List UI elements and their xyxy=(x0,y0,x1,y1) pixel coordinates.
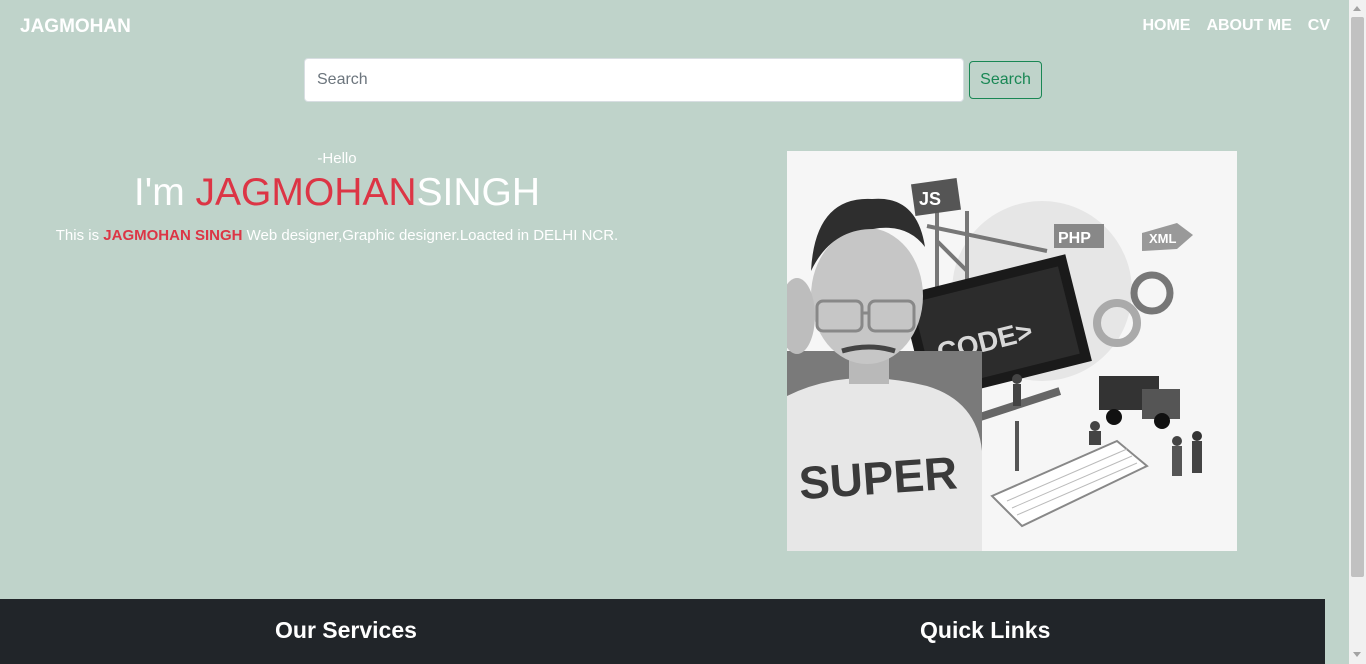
js-badge-text: JS xyxy=(919,189,941,209)
developer-illustration: JS PHP XML CODE> SUPER xyxy=(787,151,1237,551)
scroll-down-icon[interactable] xyxy=(1353,652,1361,657)
xml-badge-text: XML xyxy=(1149,231,1177,246)
site-footer: Our Services Quick Links xyxy=(0,599,1325,664)
hero-section: -Hello I'm JAGMOHANSINGH This is JAGMOHA… xyxy=(0,150,674,244)
intro-suffix: Web designer,Graphic designer.Loacted in… xyxy=(242,226,619,244)
headline-first-name: JAGMOHAN xyxy=(195,171,417,214)
hero-headline: I'm JAGMOHANSINGH xyxy=(0,171,674,215)
intro-prefix: This is xyxy=(55,226,104,244)
nav-about-me[interactable]: ABOUT ME xyxy=(1206,17,1291,35)
services-heading: Our Services xyxy=(275,617,417,643)
php-badge-text: PHP xyxy=(1058,230,1091,247)
quick-links-heading: Quick Links xyxy=(920,617,1051,643)
headline-last-name: SINGH xyxy=(416,171,541,214)
vertical-scrollbar[interactable] xyxy=(1349,0,1366,664)
search-input[interactable] xyxy=(304,58,964,102)
search-button[interactable]: Search xyxy=(969,61,1042,99)
brand-logo[interactable]: JAGMOHAN xyxy=(20,16,131,38)
headline-prefix: I'm xyxy=(133,171,196,214)
profile-photo: JS PHP XML CODE> SUPER xyxy=(787,151,1237,551)
shirt-text: SUPER xyxy=(797,446,959,509)
hero-intro: This is JAGMOHAN SINGH Web designer,Grap… xyxy=(0,227,674,244)
nav-home[interactable]: HOME xyxy=(1142,17,1190,35)
main-nav: HOME ABOUT ME CV xyxy=(1142,17,1330,35)
intro-name: JAGMOHAN SINGH xyxy=(103,226,243,244)
nav-cv[interactable]: CV xyxy=(1308,17,1330,35)
hero-greeting: -Hello xyxy=(317,150,357,167)
scrollbar-thumb[interactable] xyxy=(1351,17,1364,577)
scroll-up-icon[interactable] xyxy=(1353,6,1361,11)
